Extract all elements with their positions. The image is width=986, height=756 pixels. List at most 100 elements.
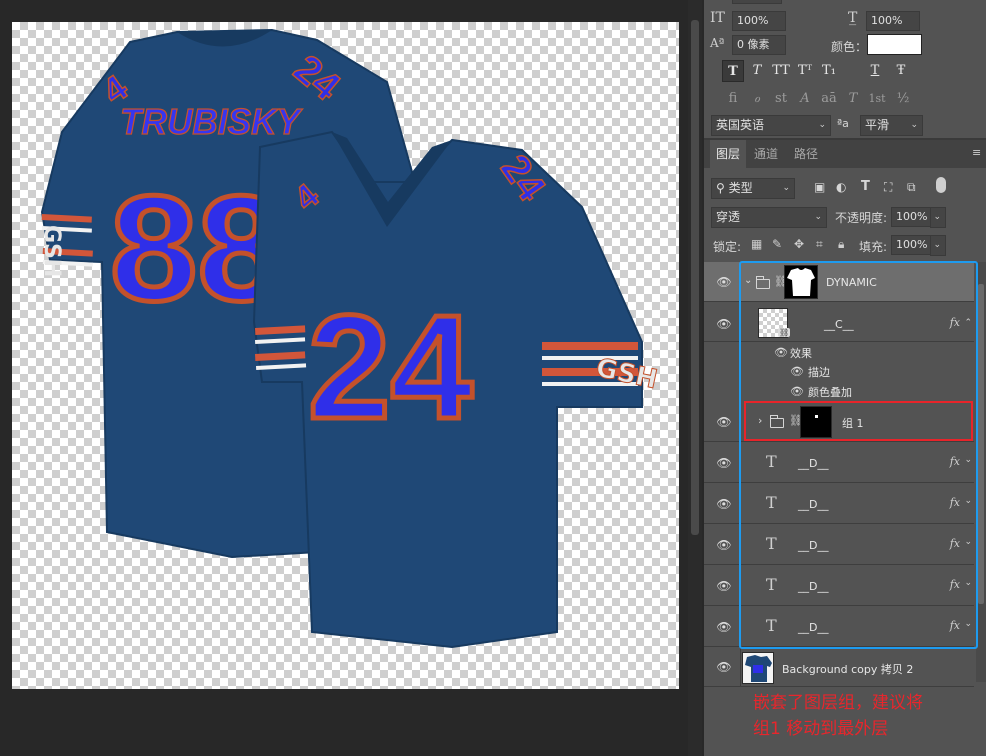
vertical-scale-field[interactable]: 100% bbox=[732, 11, 786, 31]
faux-bold-button[interactable]: T bbox=[722, 60, 744, 82]
text-layer-icon: T bbox=[766, 616, 777, 635]
faux-italic-button[interactable]: T bbox=[746, 60, 768, 82]
opacity-dropdown[interactable]: ⌄ bbox=[930, 207, 946, 228]
annotation-line-1: 嵌套了图层组，建议将 bbox=[753, 693, 923, 713]
tab-channels[interactable]: 通道 bbox=[748, 140, 784, 168]
opacity-field[interactable]: 100% bbox=[891, 207, 931, 227]
filter-pixel-icon[interactable]: ▣ bbox=[814, 180, 825, 194]
layer-filter-select[interactable]: ⚲ 类型 ⌄ bbox=[711, 178, 795, 199]
canvas-vertical-scrollbar[interactable] bbox=[688, 0, 702, 756]
tab-layers[interactable]: 图层 bbox=[710, 140, 747, 168]
chevron-down-icon: ⌄ bbox=[782, 183, 790, 193]
eye-icon[interactable]: 👁︎ bbox=[716, 498, 732, 510]
chevron-right-icon[interactable]: › bbox=[758, 414, 762, 427]
lock-artboard-icon[interactable]: ⌗ bbox=[816, 237, 823, 252]
eye-icon[interactable]: 👁︎ bbox=[716, 318, 732, 330]
filter-shape-icon[interactable]: ⛶ bbox=[884, 180, 892, 195]
layer-row-d-3[interactable]: 👁︎ T __D__ fx ⌄ bbox=[704, 524, 974, 565]
filter-smart-object-icon[interactable]: ⧉ bbox=[907, 180, 916, 195]
canvas-area[interactable]: GSH 4 24 TRUBISKY 88 GSH 4 24 24 bbox=[0, 0, 690, 756]
chevron-up-icon[interactable]: ⌃ bbox=[964, 318, 972, 328]
chevron-down-icon[interactable]: ⌄ bbox=[964, 619, 972, 629]
fill-field[interactable]: 100% bbox=[891, 235, 931, 255]
layer-row-d-2[interactable]: 👁︎ T __D__ fx ⌄ bbox=[704, 483, 974, 524]
swash-button[interactable]: A bbox=[794, 88, 816, 110]
mask-thumbnail[interactable] bbox=[784, 265, 818, 299]
layer-row-d-5[interactable]: 👁︎ T __D__ fx ⌄ bbox=[704, 606, 974, 647]
stylistic-alternates-button[interactable]: aā bbox=[818, 88, 840, 110]
chevron-down-icon: ⌄ bbox=[814, 212, 822, 222]
layer-row-group-1[interactable]: 👁︎ › ⛓ 组 1 bbox=[704, 402, 974, 442]
fractions-button[interactable]: ½ bbox=[892, 88, 914, 110]
tracking-field[interactable] bbox=[732, 0, 782, 4]
chevron-down-icon[interactable]: ⌄ bbox=[964, 455, 972, 465]
eye-icon[interactable]: 👁︎ bbox=[716, 457, 732, 469]
chevron-down-icon[interactable]: ⌄ bbox=[964, 496, 972, 506]
tab-paths[interactable]: 路径 bbox=[788, 140, 824, 168]
layer-row-d-4[interactable]: 👁︎ T __D__ fx ⌄ bbox=[704, 565, 974, 606]
fx-icon[interactable]: fx bbox=[950, 316, 960, 329]
eye-icon[interactable]: 👁︎ bbox=[716, 416, 732, 428]
fill-dropdown[interactable]: ⌄ bbox=[930, 235, 946, 256]
underline-button[interactable]: T bbox=[864, 60, 886, 82]
lock-all-icon[interactable]: 🔒︎ bbox=[838, 237, 844, 252]
layers-scroll-thumb[interactable] bbox=[978, 284, 984, 604]
document-canvas[interactable]: GSH 4 24 TRUBISKY 88 GSH 4 24 24 bbox=[12, 22, 679, 689]
eye-icon[interactable]: 👁︎ bbox=[790, 385, 804, 398]
fx-icon[interactable]: fx bbox=[950, 537, 960, 550]
eye-icon[interactable]: 👁︎ bbox=[790, 365, 804, 378]
horizontal-scale-field[interactable]: 100% bbox=[866, 11, 920, 31]
lock-position-icon[interactable]: ✥ bbox=[794, 237, 804, 251]
fx-icon[interactable]: fx bbox=[950, 578, 960, 591]
eye-icon[interactable]: 👁︎ bbox=[716, 580, 732, 592]
superscript-button[interactable]: Tᵀ bbox=[794, 60, 816, 82]
chevron-down-icon[interactable]: ⌄ bbox=[744, 275, 752, 286]
blend-mode-select[interactable]: 穿透 ⌄ bbox=[711, 207, 827, 228]
back-player-name: TRUBISKY bbox=[120, 101, 303, 142]
divider bbox=[740, 647, 741, 686]
antialias-select[interactable]: 平滑 ⌄ bbox=[860, 115, 923, 136]
contextual-alternates-button[interactable]: ℴ bbox=[746, 88, 768, 110]
discretionary-ligatures-button[interactable]: st bbox=[770, 88, 792, 110]
layer-name: __D__ bbox=[798, 621, 829, 634]
text-color-swatch[interactable] bbox=[867, 34, 922, 55]
filter-type-icon[interactable]: T bbox=[861, 179, 870, 194]
mask-shape bbox=[815, 415, 818, 418]
ordinals-button[interactable]: 1st bbox=[866, 88, 888, 110]
baseline-shift-icon: Aª bbox=[710, 36, 725, 50]
layer-row-background-copy[interactable]: 👁︎ Background copy 拷贝 2 bbox=[704, 647, 974, 687]
chevron-down-icon[interactable]: ⌄ bbox=[964, 578, 972, 588]
layers-scrollbar[interactable] bbox=[976, 262, 986, 682]
filter-toggle-switch[interactable] bbox=[936, 177, 946, 193]
eye-icon[interactable]: 👁︎ bbox=[716, 276, 732, 288]
all-caps-button[interactable]: TT bbox=[770, 60, 792, 82]
ligatures-button[interactable]: fi bbox=[722, 88, 744, 110]
layer-thumbnail[interactable] bbox=[742, 652, 774, 684]
titling-alternates-button[interactable]: T bbox=[842, 88, 864, 110]
fx-icon[interactable]: fx bbox=[950, 455, 960, 468]
mask-thumbnail[interactable] bbox=[800, 406, 832, 438]
layer-row-c[interactable]: 👁︎ ⛓ __C__ fx ⌃ bbox=[704, 302, 974, 342]
chevron-down-icon[interactable]: ⌄ bbox=[964, 537, 972, 547]
canvas-scroll-thumb[interactable] bbox=[691, 20, 699, 535]
layers-panel-tabs: 图层 通道 路径 ≡ bbox=[704, 140, 986, 168]
eye-icon[interactable]: 👁︎ bbox=[716, 661, 732, 673]
effect-stroke[interactable]: 描边 bbox=[808, 364, 830, 380]
eye-icon[interactable]: 👁︎ bbox=[774, 346, 788, 359]
lock-transparent-icon[interactable]: ▦ bbox=[751, 237, 762, 251]
layer-row-dynamic[interactable]: 👁︎ ⌄ ⛓ DYNAMIC bbox=[704, 262, 974, 302]
search-icon: ⚲ bbox=[716, 181, 729, 195]
layer-row-d-1[interactable]: 👁︎ T __D__ fx ⌄ bbox=[704, 442, 974, 483]
panel-menu-icon[interactable]: ≡ bbox=[972, 147, 982, 158]
baseline-shift-field[interactable]: 0 像素 bbox=[732, 35, 786, 55]
language-select[interactable]: 英国英语 ⌄ bbox=[711, 115, 831, 136]
fx-icon[interactable]: fx bbox=[950, 496, 960, 509]
filter-adjustment-icon[interactable]: ◐ bbox=[836, 180, 846, 194]
fx-icon[interactable]: fx bbox=[950, 619, 960, 632]
strikethrough-button[interactable]: Ŧ bbox=[890, 60, 912, 82]
lock-image-icon[interactable]: ✎ bbox=[772, 237, 782, 251]
subscript-button[interactable]: T₁ bbox=[818, 60, 840, 82]
eye-icon[interactable]: 👁︎ bbox=[716, 539, 732, 551]
eye-icon[interactable]: 👁︎ bbox=[716, 621, 732, 633]
effect-color-overlay[interactable]: 颜色叠加 bbox=[808, 384, 852, 400]
